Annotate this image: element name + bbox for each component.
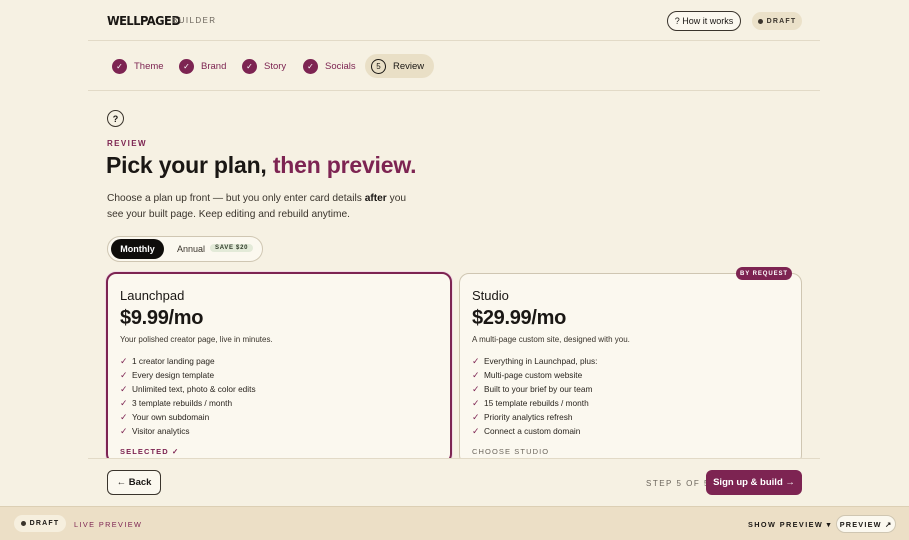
plan-card-studio[interactable]: Studio $29.99/mo A multi-page custom sit…	[459, 273, 802, 465]
monthly-option[interactable]: Monthly	[111, 239, 164, 259]
step-nav: ✓ Theme ✓ Brand ✓ Story ✓ Socials 5 Revi…	[88, 41, 820, 91]
draft-badge: DRAFT	[14, 515, 66, 532]
builder-label: BUILDER	[172, 16, 217, 25]
plan-price: $9.99/mo	[120, 307, 204, 329]
checkmark-icon: ✓	[472, 425, 480, 436]
checkmark-icon: ✓	[472, 411, 480, 422]
checkmark-icon: ✓	[120, 369, 128, 380]
page-title: Pick your plan, then preview.	[106, 152, 417, 179]
list-item: ✓ Visitor analytics	[120, 424, 256, 438]
checkmark-icon: ✓	[472, 383, 480, 394]
step-theme[interactable]: ✓ Theme	[112, 54, 164, 78]
plan-description: A multi-page custom site, designed with …	[472, 335, 630, 344]
check-icon: ✓	[303, 58, 318, 74]
list-item: ✓ Everything in Launchpad, plus:	[472, 354, 597, 368]
list-item: ✓ Unlimited text, photo & color edits	[120, 382, 256, 396]
list-item: ✓ 15 template rebuilds / month	[472, 396, 597, 410]
choose-studio-link[interactable]: CHOOSE STUDIO	[472, 447, 549, 456]
how-it-works-button[interactable]: ? How it works	[667, 11, 741, 31]
step-label: Theme	[134, 60, 164, 72]
section-eyebrow: REVIEW	[107, 139, 147, 148]
feature-text: 1 creator landing page	[132, 356, 215, 366]
step-socials[interactable]: ✓ Socials	[303, 54, 356, 78]
feature-text: Unlimited text, photo & color edits	[132, 384, 256, 394]
back-button[interactable]: ← Back	[107, 470, 161, 495]
step-label: Socials	[325, 60, 356, 72]
intro-part-1: Choose a plan up front — but you only en…	[107, 193, 362, 204]
feature-list: ✓ Everything in Launchpad, plus: ✓ Multi-p…	[472, 354, 597, 438]
signup-build-button[interactable]: Sign up & build →	[706, 470, 802, 495]
step-number: 5	[371, 58, 386, 74]
feature-text: Connect a custom domain	[484, 426, 581, 436]
list-item: ✓ Built to your brief by our team	[472, 382, 597, 396]
step-label: Review	[393, 60, 425, 72]
step-label: Brand	[201, 60, 227, 72]
plan-card-launchpad[interactable]: Launchpad $9.99/mo Your polished creator…	[106, 272, 452, 464]
checkmark-icon: ✓	[120, 383, 128, 394]
list-item: ✓ 1 creator landing page	[120, 354, 256, 368]
status-dot-icon	[20, 521, 26, 526]
billing-toggle: Monthly Annual SAVE $20	[107, 236, 263, 262]
checkmark-icon: ✓	[120, 355, 128, 366]
check-icon: ✓	[242, 58, 257, 74]
live-preview-label: LIVE PREVIEW	[74, 520, 143, 529]
by-request-badge: BY REQUEST	[736, 267, 792, 280]
check-icon: ✓	[179, 58, 194, 74]
checkmark-icon: ✓	[120, 397, 128, 408]
list-item: ✓ Your own subdomain	[120, 410, 256, 424]
checkmark-icon: ✓	[472, 355, 480, 366]
list-item: ✓ Every design template	[120, 368, 256, 382]
list-item: ✓ Connect a custom domain	[472, 424, 597, 438]
step-story[interactable]: ✓ Story	[242, 54, 286, 78]
help-icon[interactable]: ?	[107, 110, 124, 127]
list-item: ✓ Multi-page custom website	[472, 368, 597, 382]
intro-text: Choose a plan up front — but you only en…	[107, 191, 407, 223]
feature-text: Every design template	[132, 370, 215, 380]
plan-name: Studio	[472, 288, 509, 303]
wizard-footer: ← Back STEP 5 OF 5 Sign up & build →	[88, 458, 820, 506]
feature-list: ✓ 1 creator landing page ✓ Every design te…	[120, 354, 256, 438]
logo[interactable]: WELLPAGED	[107, 13, 181, 28]
plan-price: $29.99/mo	[472, 307, 567, 329]
draft-label: DRAFT	[29, 520, 60, 527]
step-brand[interactable]: ✓ Brand	[179, 54, 226, 78]
annual-option[interactable]: Annual	[177, 244, 205, 254]
feature-text: Visitor analytics	[132, 426, 190, 436]
step-review[interactable]: 5 Review	[365, 54, 435, 78]
draft-label: DRAFT	[766, 17, 797, 25]
draft-status-badge: DRAFT	[752, 12, 802, 30]
checkmark-icon: ✓	[120, 425, 128, 436]
list-item: ✓ 3 template rebuilds / month	[120, 396, 256, 410]
step-counter: STEP 5 OF 5	[646, 479, 710, 488]
save-badge: SAVE $20	[210, 244, 254, 252]
intro-bold: after	[364, 193, 387, 204]
checkmark-icon: ✓	[120, 411, 128, 422]
plan-description: Your polished creator page, live in minu…	[120, 335, 273, 344]
preview-bar: DRAFT LIVE PREVIEW SHOW PREVIEW ▾ PREVIE…	[0, 506, 909, 540]
step-label: Story	[264, 60, 287, 72]
checkmark-icon: ✓	[472, 397, 480, 408]
show-preview-toggle[interactable]: SHOW PREVIEW ▾	[748, 520, 832, 529]
feature-text: Everything in Launchpad, plus:	[484, 356, 598, 366]
feature-text: Multi-page custom website	[484, 370, 583, 380]
plan-name: Launchpad	[120, 288, 185, 303]
status-dot-icon	[757, 18, 763, 24]
check-icon: ✓	[112, 58, 127, 74]
top-header: WELLPAGED BUILDER ? How it works DRAFT	[88, 0, 820, 41]
list-item: ✓ Priority analytics refresh	[472, 410, 597, 424]
feature-text: Priority analytics refresh	[484, 412, 573, 422]
title-main: Pick your plan,	[106, 152, 267, 178]
feature-text: 15 template rebuilds / month	[484, 398, 589, 408]
feature-text: Built to your brief by our team	[484, 384, 593, 394]
checkmark-icon: ✓	[472, 369, 480, 380]
feature-text: Your own subdomain	[132, 412, 210, 422]
plan-selected-label: SELECTED ✓	[120, 447, 180, 456]
title-accent: then preview.	[272, 152, 417, 178]
feature-text: 3 template rebuilds / month	[132, 398, 233, 408]
preview-button[interactable]: PREVIEW ↗	[836, 515, 896, 533]
